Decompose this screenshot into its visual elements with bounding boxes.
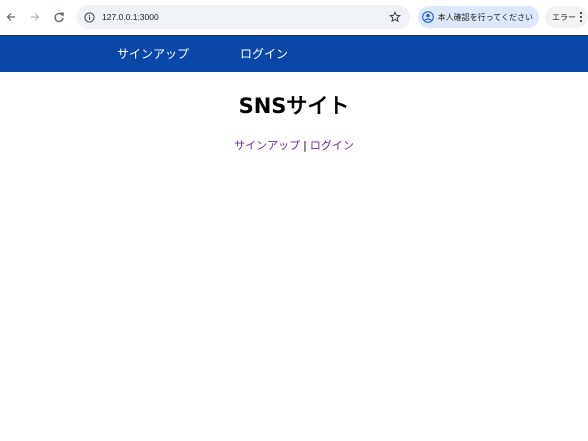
link-separator: | bbox=[303, 139, 307, 152]
verify-chip-label: 本人確認を行ってください bbox=[437, 12, 533, 22]
avatar-icon bbox=[422, 11, 435, 24]
nav-signup-link[interactable]: サインアップ bbox=[117, 45, 189, 62]
back-arrow-icon[interactable] bbox=[2, 8, 20, 26]
forward-arrow-icon[interactable] bbox=[26, 8, 44, 26]
kebab-menu-icon[interactable] bbox=[578, 10, 584, 24]
url-text[interactable]: 127.0.0.1:3000 bbox=[102, 12, 159, 22]
address-bar[interactable]: 127.0.0.1:3000 bbox=[76, 5, 410, 29]
star-icon[interactable] bbox=[388, 10, 402, 24]
profile-verify-button[interactable]: 本人確認を行ってください bbox=[417, 6, 539, 28]
site-navbar: サインアップ ログイン bbox=[0, 35, 588, 72]
info-circle-icon[interactable] bbox=[82, 10, 96, 24]
nav-login-link[interactable]: ログイン bbox=[240, 45, 288, 62]
page-title: SNSサイト bbox=[238, 94, 350, 118]
error-chip-label: エラー bbox=[552, 12, 576, 22]
reload-icon[interactable] bbox=[50, 8, 68, 26]
browser-toolbar: 127.0.0.1:3000 本人確認を行ってください エラー bbox=[0, 0, 588, 34]
error-button[interactable]: エラー bbox=[545, 6, 588, 28]
signup-link[interactable]: サインアップ bbox=[234, 139, 300, 152]
login-link[interactable]: ログイン bbox=[310, 139, 354, 152]
auth-links: サインアップ | ログイン bbox=[0, 137, 588, 153]
